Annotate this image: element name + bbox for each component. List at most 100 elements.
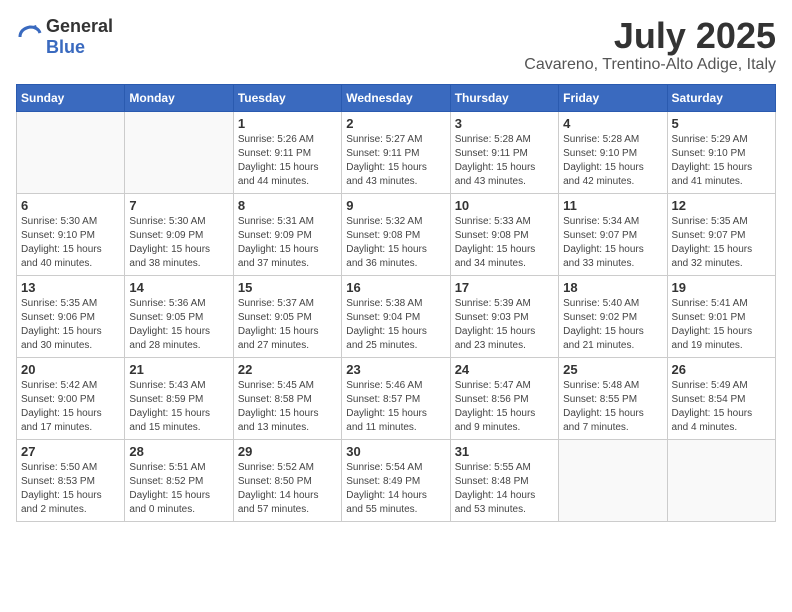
day-info: Sunrise: 5:45 AM Sunset: 8:58 PM Dayligh…: [238, 379, 337, 435]
day-info: Sunrise: 5:42 AM Sunset: 9:00 PM Dayligh…: [21, 379, 120, 435]
title-block: July 2025 Cavareno, Trentino-Alto Adige,…: [524, 16, 776, 74]
day-number: 14: [129, 280, 228, 295]
day-number: 29: [238, 444, 337, 459]
day-info: Sunrise: 5:36 AM Sunset: 9:05 PM Dayligh…: [129, 297, 228, 353]
day-number: 30: [346, 444, 445, 459]
day-number: 3: [455, 116, 554, 131]
calendar-cell: 15 Sunrise: 5:37 AM Sunset: 9:05 PM Dayli…: [233, 275, 341, 357]
day-number: 15: [238, 280, 337, 295]
day-number: 5: [672, 116, 771, 131]
calendar-cell: [667, 439, 775, 521]
calendar-cell: 23Sunrise: 5:46 AM Sunset: 8:57 PM Dayli…: [342, 357, 450, 439]
day-info: Sunrise: 5:38 AM Sunset: 9:04 PM Dayligh…: [346, 297, 445, 353]
calendar-cell: 17 Sunrise: 5:39 AM Sunset: 9:03 PM Dayli…: [450, 275, 558, 357]
calendar-cell: 19 Sunrise: 5:41 AM Sunset: 9:01 PM Dayli…: [667, 275, 775, 357]
day-info: Sunrise: 5:50 AM Sunset: 8:53 PM Dayligh…: [21, 461, 120, 517]
calendar-cell: 5 Sunrise: 5:29 AM Sunset: 9:10 PM Daylig…: [667, 111, 775, 193]
day-info: Sunrise: 5:34 AM Sunset: 9:07 PM Dayligh…: [563, 215, 662, 271]
day-number: 28: [129, 444, 228, 459]
logo-general: General: [46, 16, 113, 36]
calendar-table: SundayMondayTuesdayWednesdayThursdayFrid…: [16, 84, 776, 522]
day-info: Sunrise: 5:28 AM Sunset: 9:11 PM Dayligh…: [455, 133, 554, 189]
calendar-cell: 13 Sunrise: 5:35 AM Sunset: 9:06 PM Dayli…: [17, 275, 125, 357]
day-info: Sunrise: 5:55 AM Sunset: 8:48 PM Dayligh…: [455, 461, 554, 517]
day-number: 1: [238, 116, 337, 131]
day-info: Sunrise: 5:27 AM Sunset: 9:11 PM Dayligh…: [346, 133, 445, 189]
calendar-cell: 29Sunrise: 5:52 AM Sunset: 8:50 PM Dayli…: [233, 439, 341, 521]
calendar-cell: 1 Sunrise: 5:26 AM Sunset: 9:11 PM Daylig…: [233, 111, 341, 193]
calendar-cell: 30Sunrise: 5:54 AM Sunset: 8:49 PM Dayli…: [342, 439, 450, 521]
day-info: Sunrise: 5:43 AM Sunset: 8:59 PM Dayligh…: [129, 379, 228, 435]
day-number: 12: [672, 198, 771, 213]
day-number: 27: [21, 444, 120, 459]
weekday-header-friday: Friday: [559, 84, 667, 111]
weekday-header-thursday: Thursday: [450, 84, 558, 111]
day-info: Sunrise: 5:29 AM Sunset: 9:10 PM Dayligh…: [672, 133, 771, 189]
calendar-cell: 8 Sunrise: 5:31 AM Sunset: 9:09 PM Daylig…: [233, 193, 341, 275]
day-number: 25: [563, 362, 662, 377]
day-info: Sunrise: 5:30 AM Sunset: 9:09 PM Dayligh…: [129, 215, 228, 271]
day-number: 26: [672, 362, 771, 377]
weekday-header-wednesday: Wednesday: [342, 84, 450, 111]
page-header: General Blue July 2025 Cavareno, Trentin…: [16, 16, 776, 74]
logo-blue: Blue: [46, 37, 85, 57]
calendar-cell: 4Sunrise: 5:28 AM Sunset: 9:10 PM Daylig…: [559, 111, 667, 193]
day-number: 2: [346, 116, 445, 131]
calendar-cell: 24Sunrise: 5:47 AM Sunset: 8:56 PM Dayli…: [450, 357, 558, 439]
day-number: 17: [455, 280, 554, 295]
day-info: Sunrise: 5:26 AM Sunset: 9:11 PM Dayligh…: [238, 133, 337, 189]
calendar-body: 1 Sunrise: 5:26 AM Sunset: 9:11 PM Daylig…: [17, 111, 776, 521]
day-number: 13: [21, 280, 120, 295]
calendar-cell: 16 Sunrise: 5:38 AM Sunset: 9:04 PM Dayli…: [342, 275, 450, 357]
day-number: 8: [238, 198, 337, 213]
calendar-cell: 10Sunrise: 5:33 AM Sunset: 9:08 PM Dayli…: [450, 193, 558, 275]
day-number: 19: [672, 280, 771, 295]
day-info: Sunrise: 5:31 AM Sunset: 9:09 PM Dayligh…: [238, 215, 337, 271]
calendar-week-3: 13 Sunrise: 5:35 AM Sunset: 9:06 PM Dayli…: [17, 275, 776, 357]
location-title: Cavareno, Trentino-Alto Adige, Italy: [524, 56, 776, 74]
day-number: 18: [563, 280, 662, 295]
calendar-cell: 2 Sunrise: 5:27 AM Sunset: 9:11 PM Daylig…: [342, 111, 450, 193]
day-info: Sunrise: 5:30 AM Sunset: 9:10 PM Dayligh…: [21, 215, 120, 271]
day-number: 20: [21, 362, 120, 377]
day-number: 7: [129, 198, 228, 213]
day-number: 11: [563, 198, 662, 213]
weekday-header-saturday: Saturday: [667, 84, 775, 111]
calendar-cell: [559, 439, 667, 521]
day-info: Sunrise: 5:39 AM Sunset: 9:03 PM Dayligh…: [455, 297, 554, 353]
weekday-header-monday: Monday: [125, 84, 233, 111]
day-number: 22: [238, 362, 337, 377]
day-info: Sunrise: 5:32 AM Sunset: 9:08 PM Dayligh…: [346, 215, 445, 271]
weekday-header-sunday: Sunday: [17, 84, 125, 111]
logo-icon: [16, 23, 44, 51]
weekday-header-row: SundayMondayTuesdayWednesdayThursdayFrid…: [17, 84, 776, 111]
calendar-cell: 27 Sunrise: 5:50 AM Sunset: 8:53 PM Dayli…: [17, 439, 125, 521]
calendar-cell: [125, 111, 233, 193]
calendar-cell: 21 Sunrise: 5:43 AM Sunset: 8:59 PM Dayli…: [125, 357, 233, 439]
day-info: Sunrise: 5:47 AM Sunset: 8:56 PM Dayligh…: [455, 379, 554, 435]
day-info: Sunrise: 5:41 AM Sunset: 9:01 PM Dayligh…: [672, 297, 771, 353]
calendar-cell: 12 Sunrise: 5:35 AM Sunset: 9:07 PM Dayli…: [667, 193, 775, 275]
day-info: Sunrise: 5:35 AM Sunset: 9:06 PM Dayligh…: [21, 297, 120, 353]
day-number: 16: [346, 280, 445, 295]
day-number: 9: [346, 198, 445, 213]
day-info: Sunrise: 5:37 AM Sunset: 9:05 PM Dayligh…: [238, 297, 337, 353]
calendar-cell: 18Sunrise: 5:40 AM Sunset: 9:02 PM Dayli…: [559, 275, 667, 357]
day-info: Sunrise: 5:35 AM Sunset: 9:07 PM Dayligh…: [672, 215, 771, 271]
calendar-cell: [17, 111, 125, 193]
day-number: 21: [129, 362, 228, 377]
logo: General Blue: [16, 16, 113, 58]
calendar-cell: 25Sunrise: 5:48 AM Sunset: 8:55 PM Dayli…: [559, 357, 667, 439]
day-info: Sunrise: 5:28 AM Sunset: 9:10 PM Dayligh…: [563, 133, 662, 189]
calendar-week-5: 27 Sunrise: 5:50 AM Sunset: 8:53 PM Dayli…: [17, 439, 776, 521]
calendar-cell: 11 Sunrise: 5:34 AM Sunset: 9:07 PM Dayli…: [559, 193, 667, 275]
calendar-cell: 6 Sunrise: 5:30 AM Sunset: 9:10 PM Daylig…: [17, 193, 125, 275]
day-number: 6: [21, 198, 120, 213]
day-info: Sunrise: 5:33 AM Sunset: 9:08 PM Dayligh…: [455, 215, 554, 271]
day-info: Sunrise: 5:49 AM Sunset: 8:54 PM Dayligh…: [672, 379, 771, 435]
month-title: July 2025: [524, 16, 776, 56]
day-info: Sunrise: 5:46 AM Sunset: 8:57 PM Dayligh…: [346, 379, 445, 435]
calendar-cell: 14 Sunrise: 5:36 AM Sunset: 9:05 PM Dayli…: [125, 275, 233, 357]
calendar-cell: 31Sunrise: 5:55 AM Sunset: 8:48 PM Dayli…: [450, 439, 558, 521]
calendar-week-4: 20 Sunrise: 5:42 AM Sunset: 9:00 PM Dayli…: [17, 357, 776, 439]
